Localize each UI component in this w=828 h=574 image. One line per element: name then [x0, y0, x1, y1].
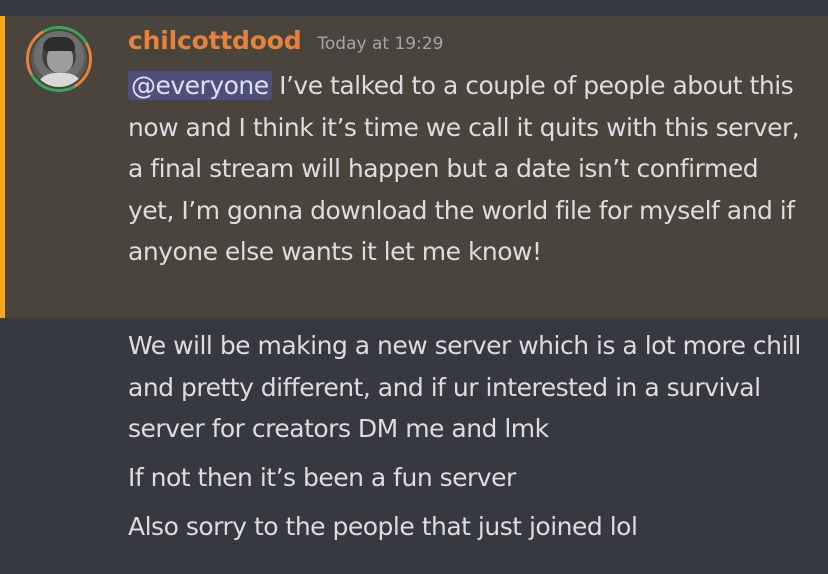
- username[interactable]: chilcottdood: [128, 26, 302, 55]
- avatar-shirt: [35, 73, 85, 87]
- timestamp[interactable]: Today at 19:29: [317, 34, 443, 54]
- message-text: We will be making a new server which is …: [128, 331, 801, 443]
- message-body: I’ve talked to a couple of people about …: [128, 71, 800, 266]
- chat-view: chilcottdood Today at 19:29 @everyone I’…: [0, 0, 828, 574]
- avatar-image: [29, 29, 89, 89]
- previous-message-area: [0, 0, 828, 16]
- mention-highlight-bar: [0, 16, 5, 318]
- avatar-hair: [43, 37, 75, 51]
- message-text: If not then it’s been a fun server: [128, 463, 516, 492]
- everyone-mention[interactable]: @everyone: [128, 71, 272, 100]
- message-text: @everyone I’ve talked to a couple of peo…: [128, 65, 808, 273]
- message-header: chilcottdood Today at 19:29: [128, 26, 443, 62]
- message-text: Also sorry to the people that just joine…: [128, 512, 638, 541]
- avatar[interactable]: [26, 26, 92, 92]
